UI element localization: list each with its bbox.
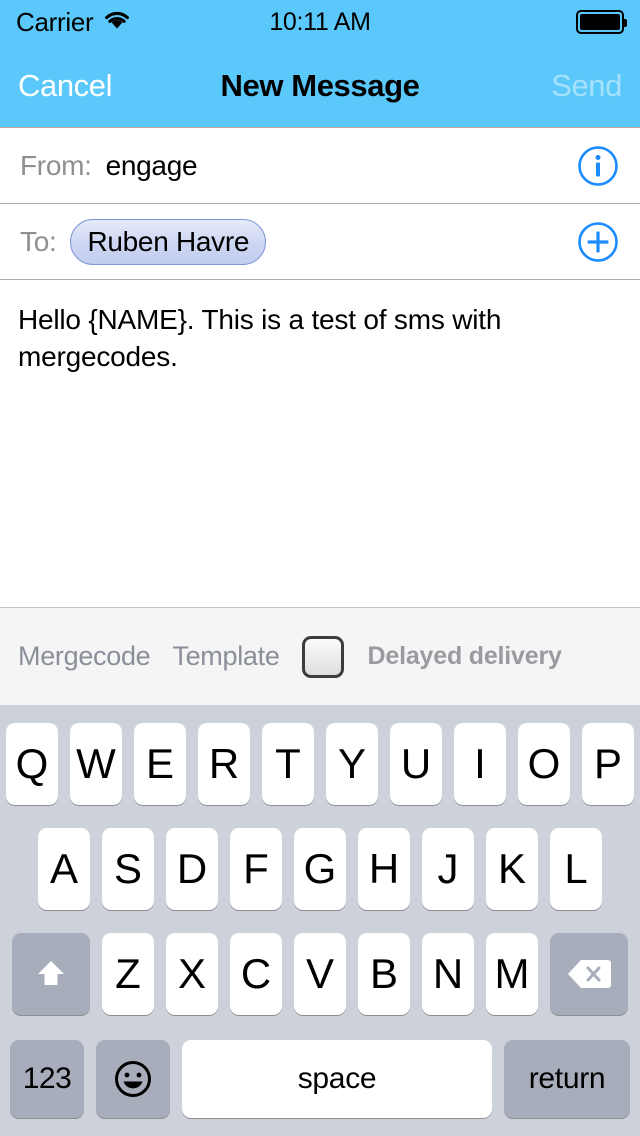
to-label: To: — [20, 225, 57, 257]
keyboard-row-3: ZXCVBNM — [0, 926, 640, 1023]
key-r[interactable]: R — [198, 722, 250, 805]
key-a[interactable]: A — [38, 827, 90, 910]
key-m[interactable]: M — [486, 933, 538, 1016]
send-button[interactable]: Send — [551, 68, 622, 104]
key-i[interactable]: I — [454, 722, 506, 805]
key-v[interactable]: V — [294, 933, 346, 1016]
key-p[interactable]: P — [582, 722, 634, 805]
delayed-delivery-label: Delayed delivery — [367, 642, 562, 670]
space-key[interactable]: space — [182, 1040, 492, 1119]
mergecode-button[interactable]: Mergecode — [18, 641, 151, 672]
key-s[interactable]: S — [102, 827, 154, 910]
key-l[interactable]: L — [550, 827, 602, 910]
keyboard-row-4: 123 space return — [0, 1031, 640, 1128]
key-t[interactable]: T — [262, 722, 314, 805]
battery-icon — [576, 10, 627, 34]
key-o[interactable]: O — [518, 722, 570, 805]
key-u[interactable]: U — [390, 722, 442, 805]
key-y[interactable]: Y — [326, 722, 378, 805]
wifi-icon — [103, 9, 131, 36]
return-key[interactable]: return — [504, 1040, 630, 1119]
to-field-row[interactable]: To: Ruben Havre — [0, 204, 640, 280]
key-z[interactable]: Z — [102, 933, 154, 1016]
key-n[interactable]: N — [422, 933, 474, 1016]
from-field-row[interactable]: From: engage — [0, 128, 640, 204]
key-w[interactable]: W — [70, 722, 122, 805]
info-circle-icon[interactable] — [576, 144, 620, 188]
status-bar-right — [576, 10, 627, 34]
template-button[interactable]: Template — [172, 641, 279, 672]
key-j[interactable]: J — [422, 827, 474, 910]
carrier-label: Carrier — [16, 6, 94, 37]
key-d[interactable]: D — [166, 827, 218, 910]
message-text-input[interactable]: Hello {NAME}. This is a test of sms with… — [18, 302, 622, 376]
status-bar-left: Carrier — [16, 7, 131, 38]
message-body-area[interactable]: Hello {NAME}. This is a test of sms with… — [0, 280, 640, 607]
on-screen-keyboard: QWERTYUIOP ASDFGHJKL ZXCVBNM 123 space r… — [0, 705, 640, 1136]
key-k[interactable]: K — [486, 827, 538, 910]
navigation-bar: Cancel New Message Send — [0, 44, 640, 128]
keyboard-row-1: QWERTYUIOP — [0, 715, 640, 812]
key-f[interactable]: F — [230, 827, 282, 910]
key-g[interactable]: G — [294, 827, 346, 910]
from-label: From: — [20, 149, 92, 181]
shift-key[interactable] — [12, 933, 90, 1016]
numbers-key[interactable]: 123 — [10, 1040, 84, 1119]
accessory-toolbar: Mergecode Template Delayed delivery — [0, 607, 640, 705]
key-c[interactable]: C — [230, 933, 282, 1016]
status-bar: Carrier 10:11 AM — [0, 0, 640, 44]
keyboard-row-2: ASDFGHJKL — [0, 820, 640, 917]
key-e[interactable]: E — [134, 722, 186, 805]
backspace-key[interactable] — [550, 933, 628, 1016]
key-x[interactable]: X — [166, 933, 218, 1016]
key-b[interactable]: B — [358, 933, 410, 1016]
from-value: engage — [105, 149, 198, 181]
cancel-button[interactable]: Cancel — [18, 68, 113, 104]
emoji-smiley-icon[interactable] — [96, 1040, 170, 1119]
keyboard-row-3-letters: ZXCVBNM — [102, 933, 538, 1016]
delayed-delivery-checkbox[interactable] — [301, 635, 344, 678]
recipient-token[interactable]: Ruben Havre — [70, 218, 267, 265]
compose-message-screen: Carrier 10:11 AM Cancel New Message Send… — [0, 0, 640, 1136]
plus-circle-icon[interactable] — [576, 220, 620, 264]
key-h[interactable]: H — [358, 827, 410, 910]
key-q[interactable]: Q — [6, 722, 58, 805]
